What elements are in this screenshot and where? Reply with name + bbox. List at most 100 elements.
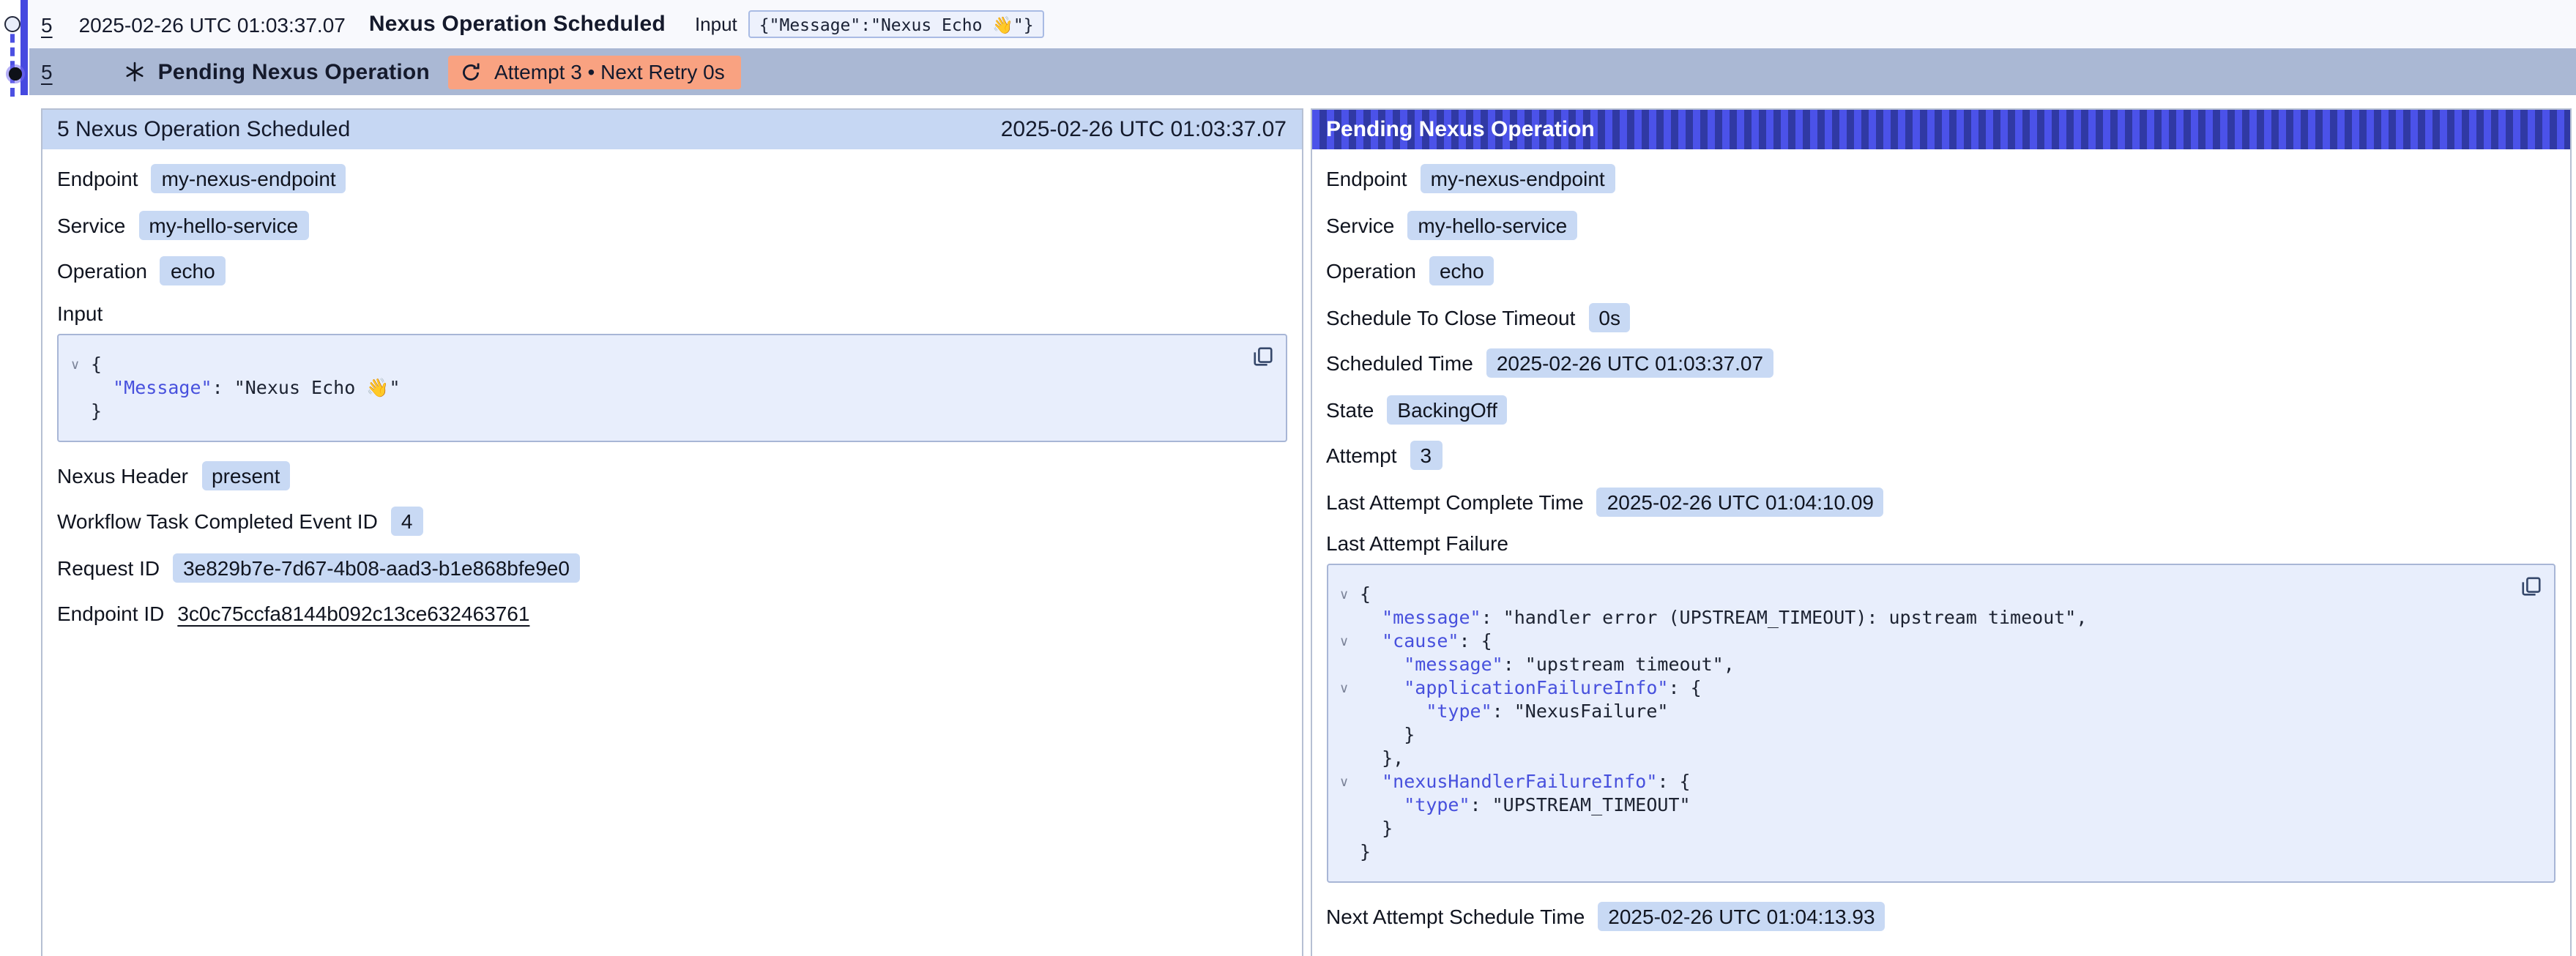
code-gutter: [1339, 701, 1360, 725]
pending-asterisk-icon: [124, 61, 145, 82]
event-detail-panel-header: 5 Nexus Operation Scheduled 2025-02-26 U…: [42, 110, 1301, 149]
retry-icon: [461, 61, 483, 83]
pending-operation-title: Pending Nexus Operation: [158, 59, 430, 84]
code-gutter: [1339, 654, 1360, 678]
code-line: "Message": "Nexus Echo 👋": [70, 376, 1241, 399]
field-value-link[interactable]: 3c0c75ccfa8144b092c13ce632463761: [177, 602, 529, 625]
collapse-chevron-icon[interactable]: ∨: [1339, 631, 1360, 654]
code-line-text: {: [1360, 583, 1371, 606]
detail-panels: 5 Nexus Operation Scheduled 2025-02-26 U…: [41, 108, 2572, 956]
field-label: Nexus Header: [57, 463, 188, 487]
code-gutter: [1339, 795, 1360, 818]
field-value-badge: 3: [1410, 441, 1443, 470]
json-code-block: ∨{ "Message": "Nexus Echo 👋"}: [57, 333, 1287, 441]
code-line-text: "applicationFailureInfo": {: [1360, 676, 1702, 700]
pending-operation-fields: Endpoint my-nexus-endpoint Servicemy-hello…: [1311, 149, 2570, 956]
code-line-text: }: [91, 399, 102, 422]
code-line: }: [1339, 723, 2510, 747]
copy-button[interactable]: [1251, 345, 1273, 367]
code-lines: ∨{ "message": "handler error (UPSTREAM_T…: [1339, 583, 2510, 864]
detail-field-row: Operationecho: [1326, 255, 2555, 287]
detail-field-row: Operationecho: [57, 255, 1287, 287]
timeline-rail: [0, 0, 29, 95]
event-history-row-scheduled[interactable]: 5 2025-02-26 UTC 01:03:37.07 Nexus Opera…: [29, 0, 2576, 48]
collapse-chevron-icon[interactable]: ∨: [1339, 584, 1360, 608]
pending-operation-row[interactable]: 5 Pending Nexus Operation Attempt 3 • Ne…: [29, 48, 2576, 95]
code-line: "message": "handler error (UPSTREAM_TIME…: [1339, 606, 2510, 630]
json-code-block: ∨{ "message": "handler error (UPSTREAM_T…: [1326, 564, 2555, 883]
code-line-text: },: [1360, 747, 1404, 770]
code-line: ∨ "cause": {: [1339, 630, 2510, 653]
event-id-link[interactable]: 5: [41, 12, 53, 36]
event-timestamp: 2025-02-26 UTC 01:03:37.07: [79, 12, 346, 36]
field-label: Endpoint: [57, 167, 138, 190]
code-line-text: {: [91, 352, 102, 376]
detail-field-row: Endpoint ID 3c0c75ccfa8144b092c13ce632463…: [57, 597, 1287, 630]
field-label: Last Attempt Complete Time: [1326, 490, 1584, 513]
event-marker-current-dot-icon: [5, 64, 24, 83]
detail-field-row: Servicemy-hello-service: [1326, 209, 2555, 241]
field-label: Attempt: [1326, 444, 1397, 467]
event-detail-fields: Endpointmy-nexus-endpoint Servicemy-hello…: [42, 149, 1301, 658]
collapse-chevron-icon[interactable]: ∨: [1339, 678, 1360, 701]
field-label: Workflow Task Completed Event ID: [57, 509, 378, 533]
code-gutter: [1339, 818, 1360, 842]
code-line: }: [1339, 840, 2510, 864]
field-label: State: [1326, 397, 1374, 421]
field-label: Next Attempt Schedule Time: [1326, 905, 1585, 928]
field-label: Schedule To Close Timeout: [1326, 305, 1575, 329]
detail-field-row: Scheduled Time2025-02-26 UTC 01:03:37.07: [1326, 347, 2555, 379]
field-value-badge: 3e829b7e-7d67-4b08-aad3-b1e868bfe9e0: [173, 553, 580, 582]
code-line-text: "cause": {: [1360, 630, 1492, 653]
detail-field-row: Request ID 3e829b7e-7d67-4b08-aad3-b1e868…: [57, 551, 1287, 583]
code-line: }: [70, 399, 1241, 422]
detail-field-row: Nexus Headerpresent: [57, 459, 1287, 491]
field-label: Endpoint ID: [57, 602, 164, 625]
code-line-text: "message": "upstream timeout",: [1360, 653, 1735, 676]
event-title: Nexus Operation Scheduled: [369, 12, 666, 37]
code-line-text: "message": "handler error (UPSTREAM_TIME…: [1360, 606, 2087, 630]
panel-title: Pending Nexus Operation: [1326, 117, 1595, 142]
field-value-badge: echo: [1429, 256, 1494, 285]
field-value-badge: echo: [160, 256, 226, 285]
code-gutter: [70, 400, 91, 424]
collapse-chevron-icon[interactable]: ∨: [70, 354, 91, 377]
panel-title: 5 Nexus Operation Scheduled: [57, 117, 350, 142]
detail-field-row: Servicemy-hello-service: [57, 209, 1287, 241]
detail-field-row: Next Attempt Schedule Time2025-02-26 UTC…: [1326, 900, 2555, 933]
code-line-text: "type": "UPSTREAM_TIMEOUT": [1360, 793, 1691, 817]
detail-field-row: Endpointmy-nexus-endpoint: [57, 163, 1287, 195]
field-label: Request ID: [57, 556, 160, 579]
pending-operation-panel: Pending Nexus Operation Endpoint my-nexus…: [1310, 108, 2572, 956]
code-line: },: [1339, 747, 2510, 770]
retry-status-text: Attempt 3 • Next Retry 0s: [494, 60, 725, 83]
event-marker-open-circle-icon: [4, 15, 21, 31]
field-value-badge: my-hello-service: [1407, 210, 1577, 239]
detail-field-row: StateBackingOff: [1326, 393, 2555, 425]
code-gutter: [1339, 608, 1360, 631]
field-value-badge: 2025-02-26 UTC 01:04:10.09: [1597, 487, 1884, 516]
field-label: Endpoint: [1326, 167, 1407, 190]
event-detail-panel: 5 Nexus Operation Scheduled 2025-02-26 U…: [41, 108, 1303, 956]
code-gutter: [1339, 842, 1360, 865]
code-line: "type": "NexusFailure": [1339, 700, 2510, 723]
code-line-text: }: [1360, 840, 1371, 864]
code-line: ∨{: [1339, 583, 2510, 606]
detail-field-row: Attempt 3: [1326, 439, 2555, 471]
code-line: "type": "UPSTREAM_TIMEOUT": [1339, 793, 2510, 817]
code-line: "message": "upstream timeout",: [1339, 653, 2510, 676]
event-id-link[interactable]: 5: [41, 60, 53, 83]
temporal-event-history-view: 5 2025-02-26 UTC 01:03:37.07 Nexus Opera…: [0, 0, 2576, 956]
code-line-text: "type": "NexusFailure": [1360, 700, 1668, 723]
collapse-chevron-icon[interactable]: ∨: [1339, 772, 1360, 795]
detail-field-row: Last Attempt Complete Time 2025-02-26 UTC…: [1326, 485, 2555, 518]
field-label: Last Attempt Failure: [1326, 531, 2555, 555]
copy-button[interactable]: [2520, 575, 2542, 597]
field-value-badge: 4: [391, 507, 423, 536]
code-line: }: [1339, 817, 2510, 840]
code-line: ∨{: [70, 352, 1241, 376]
field-value-badge: 0s: [1588, 302, 1631, 332]
field-label: Input: [57, 301, 1287, 324]
code-gutter: [1339, 725, 1360, 748]
field-value-badge: my-nexus-endpoint: [1421, 164, 1615, 193]
